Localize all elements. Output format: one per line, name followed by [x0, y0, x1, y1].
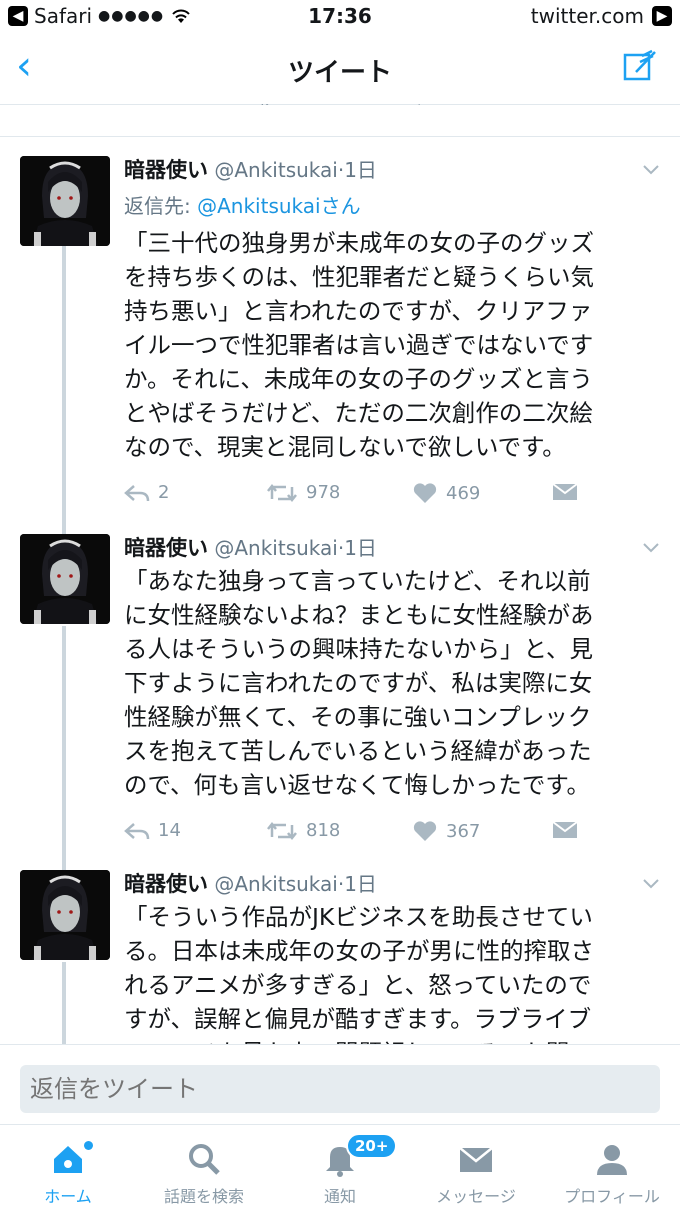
tweet-thread: 暗器使い @Ankitsukai·1日 返信先: @Ankitsukaiさん 「…: [0, 136, 680, 1044]
retweet-icon[interactable]: ⇅: [258, 104, 288, 114]
like-count: 469: [446, 482, 481, 504]
reply-count: 2: [158, 482, 170, 503]
tab-search[interactable]: 話題を検索: [136, 1125, 272, 1210]
search-icon: [189, 1144, 220, 1175]
display-name[interactable]: 暗器使い: [124, 872, 208, 896]
reply-icon: [124, 484, 150, 501]
chevron-down-icon[interactable]: [642, 542, 660, 554]
timestamp: 1日: [344, 158, 377, 182]
like-button[interactable]: 367: [412, 820, 480, 842]
nav-bar: ‹ ツイート: [0, 34, 680, 105]
envelope-icon: [459, 1147, 493, 1172]
like-button[interactable]: 469: [412, 482, 480, 504]
reply-input[interactable]: [20, 1065, 660, 1113]
tweet-actions: 2 978 469: [124, 482, 644, 506]
reply-label: 返信先:: [124, 194, 191, 218]
retweet-button[interactable]: 818: [266, 820, 340, 841]
compose-tweet-icon[interactable]: [622, 48, 658, 84]
thread-connector: [62, 626, 66, 870]
status-bar: ◀ Safari ●●●●● 17:36 twitter.com ▶: [0, 0, 680, 34]
like-icon[interactable]: ♥: [412, 104, 442, 114]
tweet-text: 「三十代の独身男が未成年の女の子のグッズ を持ち歩くのは、性犯罪者だと疑うくらい…: [124, 229, 594, 461]
tab-messages[interactable]: メッセージ: [408, 1125, 544, 1210]
retweet-icon: [267, 483, 297, 502]
reply-button[interactable]: 2: [124, 482, 169, 503]
tab-label: メッセージ: [436, 1187, 516, 1206]
dm-icon[interactable]: ✉: [568, 104, 598, 114]
url-label: twitter.com: [530, 4, 644, 28]
timestamp: 1日: [344, 536, 377, 560]
envelope-icon: [552, 821, 578, 838]
tab-bar: ホーム 話題を検索 20+ 通知 メッセージ プロフィール: [0, 1124, 680, 1210]
heart-icon: [413, 483, 437, 503]
display-name[interactable]: 暗器使い: [124, 158, 208, 182]
retweet-icon: [267, 821, 297, 840]
home-icon: [54, 1146, 82, 1173]
user-handle[interactable]: @Ankitsukai: [214, 872, 337, 896]
tab-label: 通知: [323, 1187, 356, 1206]
page-title: ツイート: [287, 58, 392, 88]
tweet-actions: 14 818 367: [124, 820, 644, 844]
tab-profile[interactable]: プロフィール: [544, 1125, 680, 1210]
reply-icon: [124, 822, 150, 839]
notification-badge: 20+: [346, 1133, 398, 1159]
previous-tweet-actions: ↩ ⇅ ♥ ✉: [0, 104, 680, 137]
timestamp: 1日: [344, 872, 377, 896]
avatar[interactable]: [20, 534, 110, 624]
reply-icon[interactable]: ↩: [96, 104, 126, 114]
display-name[interactable]: 暗器使い: [124, 536, 208, 560]
new-content-dot: [84, 1141, 93, 1150]
avatar[interactable]: [20, 870, 110, 960]
person-icon: [597, 1145, 627, 1175]
tab-home[interactable]: ホーム: [0, 1125, 136, 1210]
tweet-text: 「そういう作品がJKビジネスを助長させてい る。日本は未成年の女の子が男に性的搾…: [124, 903, 594, 1044]
tab-label: プロフィール: [564, 1187, 660, 1206]
envelope-icon: [552, 483, 578, 500]
tweet-header: 暗器使い @Ankitsukai·1日: [124, 532, 377, 562]
dm-button[interactable]: [552, 820, 578, 840]
tab-label: ホーム: [44, 1187, 92, 1206]
tweet-header: 暗器使い @Ankitsukai·1日: [124, 154, 377, 184]
chevron-down-icon[interactable]: [642, 878, 660, 890]
heart-icon: [413, 821, 437, 841]
reply-context: 返信先: @Ankitsukaiさん: [124, 190, 361, 219]
thread-connector: [62, 246, 66, 534]
reply-count: 14: [158, 820, 181, 841]
user-handle[interactable]: @Ankitsukai: [214, 158, 337, 182]
retweet-count: 978: [306, 482, 341, 503]
forward-chip-icon[interactable]: ▶: [652, 6, 672, 26]
chevron-down-icon[interactable]: [642, 164, 660, 176]
reply-mention-link[interactable]: @Ankitsukaiさん: [197, 194, 360, 218]
thread-connector: [62, 962, 66, 1044]
tweet-header: 暗器使い @Ankitsukai·1日: [124, 868, 377, 898]
tab-notifications[interactable]: 20+ 通知: [272, 1125, 408, 1210]
reply-composer: [0, 1044, 680, 1125]
tab-label: 話題を検索: [163, 1187, 244, 1206]
user-handle[interactable]: @Ankitsukai: [214, 536, 337, 560]
reply-button[interactable]: 14: [124, 820, 181, 841]
retweet-button[interactable]: 978: [266, 482, 340, 503]
avatar[interactable]: [20, 156, 110, 246]
retweet-count: 818: [306, 820, 341, 841]
tweet-text: 「あなた独身って言っていたけど、それ以前 に女性経験ないよね？まともに女性経験が…: [124, 567, 594, 799]
like-count: 367: [446, 820, 481, 842]
dm-button[interactable]: [552, 482, 578, 502]
